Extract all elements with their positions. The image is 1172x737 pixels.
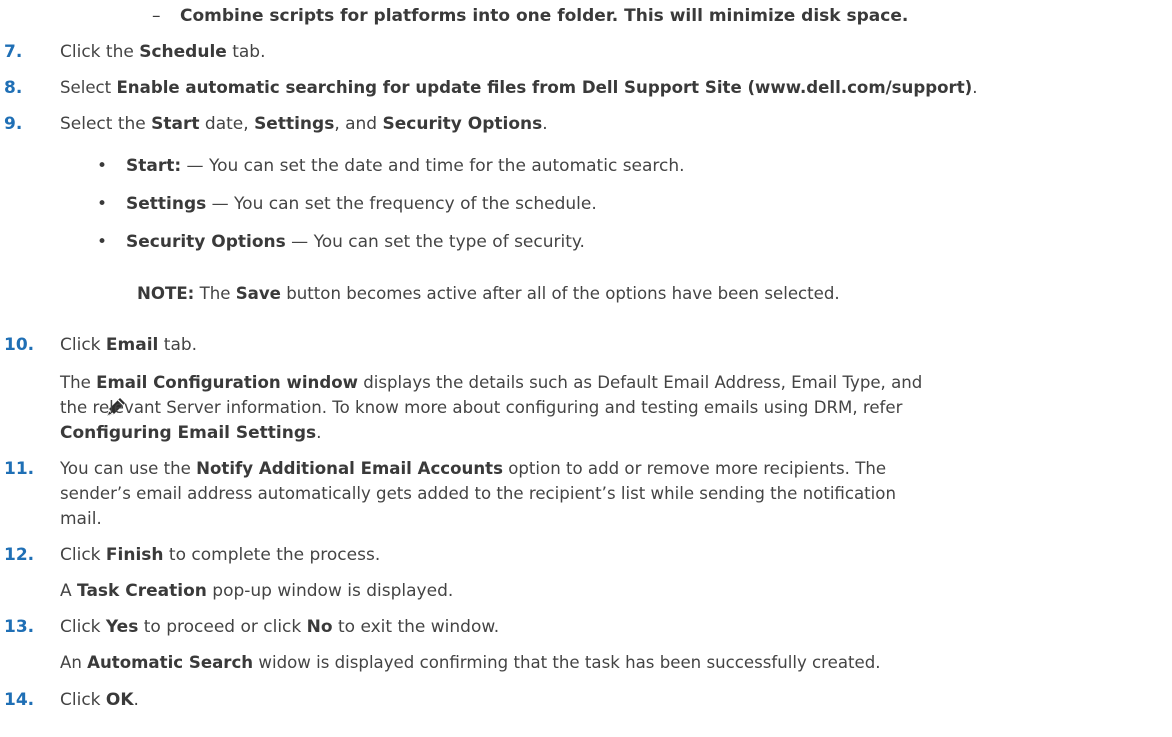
document-page: – Combine scripts for platforms into one… xyxy=(0,0,1172,737)
step-7-text: Click the Schedule tab. xyxy=(60,42,266,62)
list-dash: – xyxy=(152,6,161,26)
bullet-dot: • xyxy=(97,156,108,176)
step-11-line2: sender’s email address automatically get… xyxy=(60,484,896,503)
step-number: 7. xyxy=(4,42,23,62)
bullet-security: Security Options — You can set the type … xyxy=(126,232,585,252)
email-para-line1: The Email Configuration window displays … xyxy=(60,373,923,392)
step-12-subtext: A Task Creation pop-up window is display… xyxy=(60,581,454,601)
step-number: 14. xyxy=(4,690,35,710)
bullet-dot: • xyxy=(97,194,108,214)
bullet-start: Start: — You can set the date and time f… xyxy=(126,156,685,176)
step-13-subtext: An Automatic Search widow is displayed c… xyxy=(60,653,881,672)
email-para-line2: the relevant Server information. To know… xyxy=(60,398,903,417)
step-9-text: Select the Start date, Settings, and Sec… xyxy=(60,114,548,134)
step-10-text: Click Email tab. xyxy=(60,335,198,355)
email-para-line3: Configuring Email Settings. xyxy=(60,423,322,443)
bullet-dot: • xyxy=(97,232,108,252)
step-number: 11. xyxy=(4,459,35,479)
bullet-settings: Settings — You can set the frequency of … xyxy=(126,194,597,214)
step-number: 13. xyxy=(4,617,35,637)
step-number: 10. xyxy=(4,335,35,355)
step-11-line3: mail. xyxy=(60,509,102,529)
step-number: 8. xyxy=(4,78,23,98)
step-13-text: Click Yes to proceed or click No to exit… xyxy=(60,617,500,637)
step-11-text: You can use the Notify Additional Email … xyxy=(60,459,887,478)
step-8-text: Select Enable automatic searching for up… xyxy=(60,78,978,97)
note-text: NOTE: The Save button becomes active aft… xyxy=(137,284,840,303)
step-number: 12. xyxy=(4,545,35,565)
step-14-text: Click OK. xyxy=(60,690,139,710)
step-number: 9. xyxy=(4,114,23,134)
step-12-text: Click Finish to complete the process. xyxy=(60,545,381,565)
top-item-text: Combine scripts for platforms into one f… xyxy=(180,6,909,26)
